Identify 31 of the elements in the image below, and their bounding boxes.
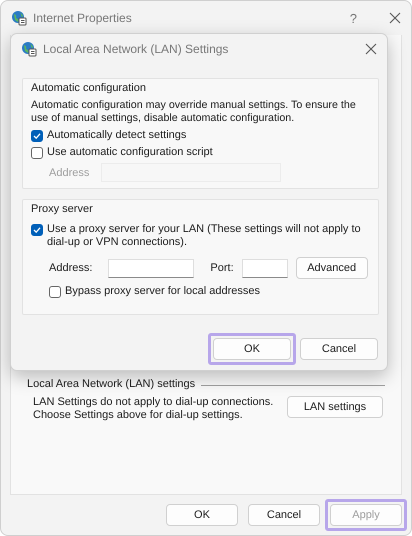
ok-button[interactable]: OK [213,338,291,360]
checkbox[interactable] [49,286,61,298]
ok-button[interactable]: OK [166,504,238,526]
checkbox-label[interactable]: Use automatic configuration script [47,146,213,159]
app-icon [11,10,27,26]
group-description: Automatic configuration may override manual settings. To ensure the use of manual settings, disable automatic configuration. [31,99,357,125]
checkbox[interactable] [31,147,43,159]
dialog-icon [21,41,37,57]
checkbox[interactable] [31,224,43,236]
close-icon[interactable] [365,43,377,55]
checkbox-label[interactable]: Bypass proxy server for local addresses [65,285,260,298]
address-field[interactable] [108,258,194,278]
field-label: Port: [210,262,234,274]
checkbox[interactable] [31,130,43,142]
help-button[interactable]: ? [350,10,357,26]
section-title: Local Area Network (LAN) settings [27,378,196,390]
field-label: Address [49,166,90,178]
field-label: Address: [49,262,92,274]
port-field[interactable] [242,258,288,278]
window-title: Internet Properties [33,11,133,25]
group-title: Automatic configuration [31,81,147,95]
cancel-button[interactable]: Cancel [248,504,320,526]
section-description: LAN Settings do not apply to dial-up connections. Choose Settings above for dial-up settings. [33,396,274,422]
dialog-title: Local Area Network (LAN) Settings [43,42,230,56]
close-icon[interactable] [389,12,401,24]
checkbox-label[interactable]: Use a proxy server for your LAN (These settings will not apply to dial-up or VPN connections). [47,223,372,249]
advanced-button[interactable]: Advanced [296,257,368,279]
cancel-button[interactable]: Cancel [300,338,378,360]
group-title: Proxy server [31,202,94,216]
lan-settings-button[interactable]: LAN settings [287,396,383,418]
checkbox-label[interactable]: Automatically detect settings [47,129,186,142]
